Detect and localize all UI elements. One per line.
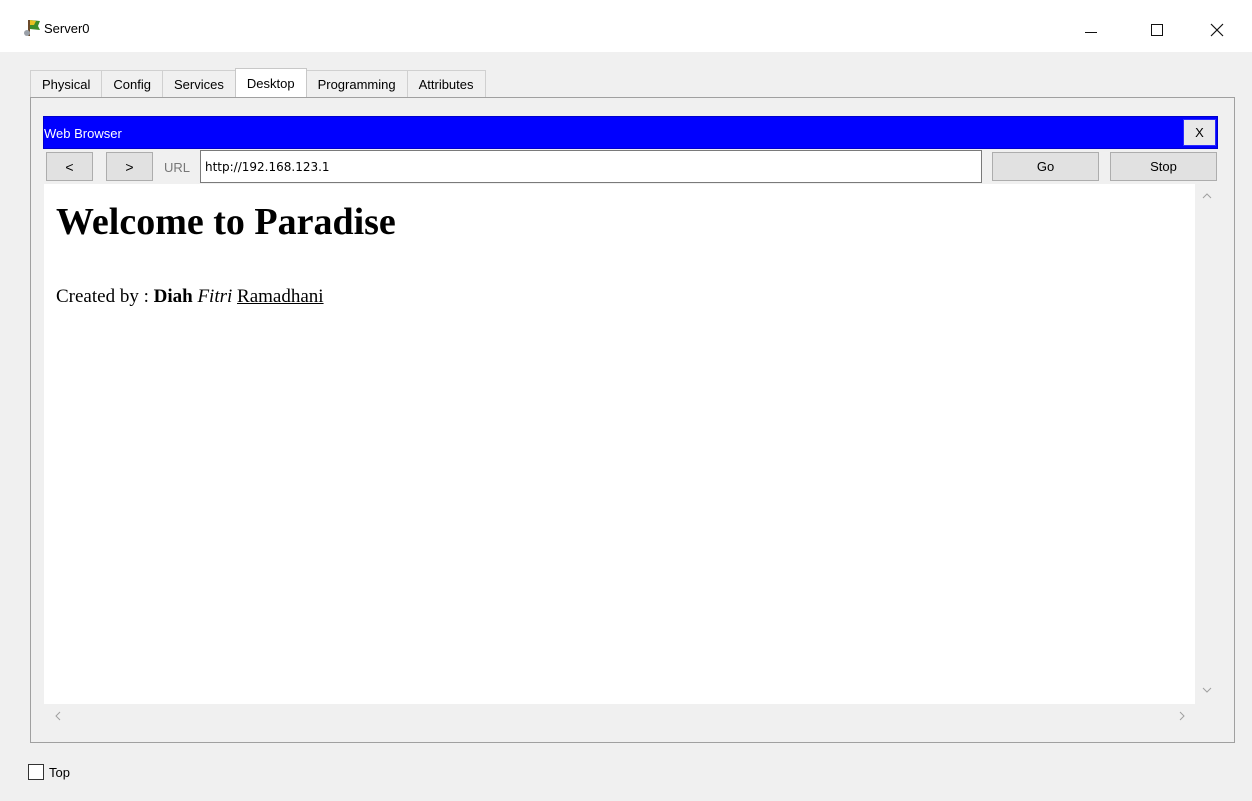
chevron-down-icon[interactable]	[1195, 680, 1218, 700]
browser-close-button[interactable]: X	[1183, 119, 1216, 146]
chevron-right-icon[interactable]	[1170, 706, 1193, 726]
top-checkbox[interactable]	[28, 764, 44, 780]
close-icon	[1210, 23, 1224, 37]
scrollbar-corner	[1195, 704, 1218, 728]
horizontal-scrollbar[interactable]	[44, 704, 1195, 728]
url-label: URL	[164, 160, 191, 175]
tab-programming[interactable]: Programming	[305, 70, 408, 98]
url-input[interactable]	[200, 150, 982, 183]
back-button[interactable]: <	[46, 152, 93, 181]
browser-title-bar: Web Browser X	[43, 116, 1218, 149]
tab-config[interactable]: Config	[101, 70, 163, 98]
chevron-left-icon[interactable]	[46, 706, 69, 726]
tab-attributes[interactable]: Attributes	[406, 70, 486, 98]
maximize-icon	[1151, 24, 1163, 36]
close-window-button[interactable]	[1194, 8, 1240, 52]
browser-viewport: Welcome to Paradise Created by : Diah Fi…	[44, 184, 1195, 704]
tab-services[interactable]: Services	[162, 70, 236, 98]
tab-desktop[interactable]: Desktop	[234, 68, 307, 98]
page-heading: Welcome to Paradise	[56, 201, 396, 243]
maximize-button[interactable]	[1134, 8, 1180, 52]
stop-button[interactable]: Stop	[1110, 152, 1217, 181]
window-title: Server0	[44, 21, 90, 36]
chevron-up-icon[interactable]	[1195, 186, 1218, 206]
credit-underline-name: Ramadhani	[237, 286, 324, 307]
minimize-button[interactable]	[1068, 8, 1114, 52]
tab-bar: Physical Config Services Desktop Program…	[30, 68, 486, 98]
page-credit: Created by : Diah Fitri Ramadhani	[56, 286, 324, 308]
window-titlebar: Server0	[0, 0, 1252, 52]
browser-nav-row: < > URL Go Stop	[43, 150, 1218, 184]
forward-button[interactable]: >	[106, 152, 153, 181]
minimize-icon	[1085, 31, 1097, 33]
credit-italic-name: Fitri	[197, 286, 233, 307]
top-checkbox-label: Top	[49, 764, 70, 780]
vertical-scrollbar[interactable]	[1195, 184, 1218, 704]
top-option[interactable]: Top	[28, 764, 70, 780]
server-icon	[22, 18, 42, 38]
credit-bold-name: Diah	[153, 286, 193, 307]
browser-title: Web Browser	[44, 126, 122, 141]
go-button[interactable]: Go	[992, 152, 1099, 181]
tab-physical[interactable]: Physical	[30, 70, 103, 98]
credit-prefix: Created by :	[56, 286, 154, 307]
